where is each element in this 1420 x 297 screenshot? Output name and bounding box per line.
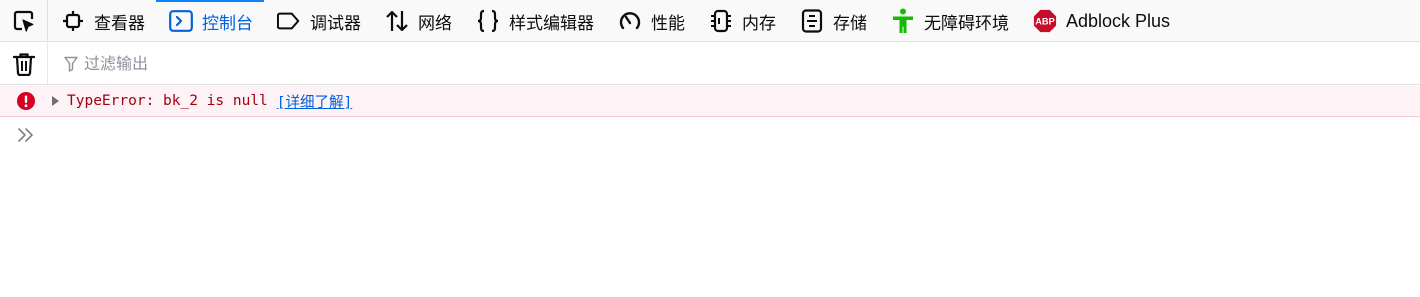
tab-label: 网络 xyxy=(418,13,452,34)
abp-icon: ABP xyxy=(1033,9,1057,33)
network-icon xyxy=(385,9,409,33)
filter-icon xyxy=(64,56,78,72)
console-message-error: TypeError: bk_2 is null [详细了解] xyxy=(0,86,1420,117)
console-filter-bar xyxy=(0,42,1420,85)
tab-style-editor[interactable]: 样式编辑器 xyxy=(463,0,605,42)
element-picker-icon xyxy=(13,10,33,32)
tab-network[interactable]: 网络 xyxy=(372,0,463,42)
inspector-icon xyxy=(61,9,85,33)
accessibility-icon xyxy=(891,8,915,33)
tab-console[interactable]: 控制台 xyxy=(156,0,264,42)
learn-more-link[interactable]: [详细了解] xyxy=(277,91,352,112)
tab-adblock-plus[interactable]: ABP Adblock Plus xyxy=(1020,0,1181,42)
debugger-icon xyxy=(277,9,301,33)
tab-label: 查看器 xyxy=(94,13,145,34)
tab-label: 控制台 xyxy=(202,13,253,34)
storage-icon xyxy=(800,9,824,33)
tab-label: 性能 xyxy=(651,13,685,34)
tab-label: 调试器 xyxy=(310,13,361,34)
tab-accessibility[interactable]: 无障碍环境 xyxy=(878,0,1020,42)
performance-icon xyxy=(618,9,642,33)
tab-label: 样式编辑器 xyxy=(509,13,594,34)
tab-label: 内存 xyxy=(742,13,776,34)
tab-storage[interactable]: 存储 xyxy=(787,0,878,42)
tab-debugger[interactable]: 调试器 xyxy=(264,0,372,42)
tab-label: 存储 xyxy=(833,13,867,34)
console-icon xyxy=(169,9,193,33)
tab-performance[interactable]: 性能 xyxy=(605,0,696,42)
style-editor-icon xyxy=(476,9,500,33)
console-prompt-icon xyxy=(18,128,33,142)
tab-label: 无障碍环境 xyxy=(924,13,1009,34)
abp-badge-text: ABP xyxy=(1035,17,1054,27)
element-picker-button[interactable] xyxy=(0,0,48,41)
tab-inspector[interactable]: 查看器 xyxy=(48,0,156,42)
tab-label: Adblock Plus xyxy=(1066,10,1171,31)
filter-output-input[interactable] xyxy=(84,54,684,73)
clear-console-button[interactable] xyxy=(0,42,48,85)
console-input[interactable] xyxy=(44,122,1408,150)
error-message-text: TypeError: bk_2 is null xyxy=(67,93,268,109)
error-icon xyxy=(17,92,35,110)
tab-memory[interactable]: 内存 xyxy=(696,0,787,42)
trash-icon xyxy=(12,52,35,76)
filter-field-wrapper xyxy=(48,43,1420,85)
devtools-toolbar: 查看器 控制台 调试器 网络 样式编辑器 性能 内存 存储 无障碍环境 ABP … xyxy=(0,0,1420,42)
memory-icon xyxy=(709,9,733,33)
expand-twisty-icon[interactable] xyxy=(52,96,59,106)
